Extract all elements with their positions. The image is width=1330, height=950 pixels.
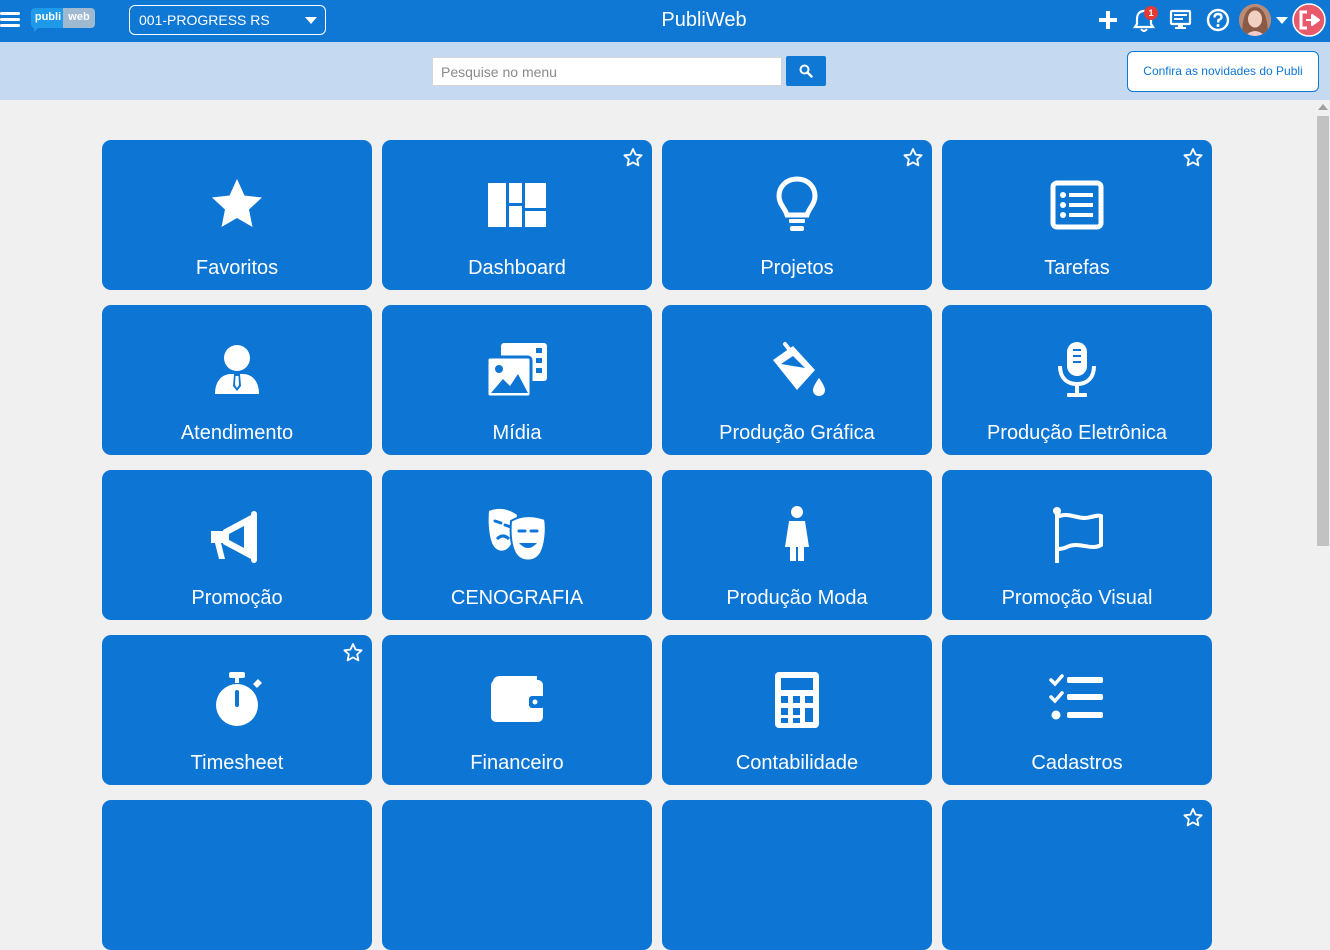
tile-label: Produção Gráfica bbox=[719, 422, 875, 444]
tile-label: Tarefas bbox=[1044, 257, 1110, 279]
tile-label: Promoção bbox=[191, 587, 283, 609]
tile-midia[interactable]: Mídia bbox=[382, 305, 652, 455]
scroll-up-icon[interactable] bbox=[1318, 104, 1328, 110]
tile-atendimento[interactable]: Atendimento bbox=[102, 305, 372, 455]
tile-financeiro[interactable]: Financeiro bbox=[382, 635, 652, 785]
tile-label: Dashboard bbox=[468, 257, 566, 279]
tile-empty-17[interactable] bbox=[382, 800, 652, 950]
tile-label: Atendimento bbox=[180, 422, 294, 444]
theater-masks-icon bbox=[488, 508, 547, 562]
lightbulb-icon bbox=[776, 176, 818, 231]
wallet-icon bbox=[491, 676, 545, 722]
news-button[interactable]: Confira as novidades do Publi bbox=[1127, 51, 1319, 92]
notification-badge: 1 bbox=[1144, 6, 1158, 20]
flag-icon bbox=[1053, 507, 1103, 563]
tile-label: Cadastros bbox=[1031, 752, 1123, 774]
tile-empty-16[interactable] bbox=[102, 800, 372, 950]
chevron-down-icon[interactable] bbox=[1276, 17, 1288, 24]
monitor-icon[interactable] bbox=[1169, 9, 1192, 31]
logout-icon[interactable] bbox=[1292, 3, 1326, 37]
tile-tarefas[interactable]: Tarefas bbox=[942, 140, 1212, 290]
tile-empty-19[interactable] bbox=[942, 800, 1212, 950]
media-icon bbox=[485, 343, 547, 399]
favorite-star-icon[interactable] bbox=[1182, 147, 1204, 169]
tile-label: CENOGRAFIA bbox=[450, 587, 584, 609]
app-title: PubliWeb bbox=[661, 9, 747, 31]
tile-label: Contabilidade bbox=[735, 752, 859, 774]
checklist-icon bbox=[1049, 674, 1103, 720]
search-icon bbox=[799, 64, 813, 78]
scrollbar-thumb[interactable] bbox=[1317, 116, 1329, 546]
tile-producao-grafica[interactable]: Produção Gráfica bbox=[662, 305, 932, 455]
stopwatch-icon bbox=[216, 672, 262, 726]
tile-promocao-visual[interactable]: Promoção Visual bbox=[942, 470, 1212, 620]
tile-producao-moda[interactable]: Produção Moda bbox=[662, 470, 932, 620]
tile-empty-18[interactable] bbox=[662, 800, 932, 950]
search-input[interactable] bbox=[432, 57, 782, 86]
tile-label: Timesheet bbox=[190, 752, 284, 774]
tile-label: Mídia bbox=[492, 422, 542, 444]
favorite-star-icon[interactable] bbox=[1182, 807, 1204, 829]
top-bar: publi web 001-PROGRESS RS PubliWeb 1 bbox=[0, 0, 1330, 42]
plus-icon[interactable] bbox=[1097, 9, 1119, 31]
tile-promocao[interactable]: Promoção bbox=[102, 470, 372, 620]
favorite-star-icon[interactable] bbox=[622, 147, 644, 169]
star-icon bbox=[212, 179, 262, 227]
tile-label: Financeiro bbox=[470, 752, 564, 774]
tile-dashboard[interactable]: Dashboard bbox=[382, 140, 652, 290]
tile-producao-eletronica[interactable]: Produção Eletrônica bbox=[942, 305, 1212, 455]
tile-label: Projetos bbox=[760, 257, 834, 279]
megaphone-icon bbox=[211, 511, 257, 563]
favorite-star-icon[interactable] bbox=[342, 642, 364, 664]
list-icon bbox=[1050, 180, 1104, 230]
tile-label: Favoritos bbox=[195, 257, 279, 279]
avatar[interactable] bbox=[1238, 3, 1272, 37]
tile-cenografia[interactable]: CENOGRAFIA bbox=[382, 470, 652, 620]
microphone-icon bbox=[1058, 342, 1096, 397]
tile-contabilidade[interactable]: Contabilidade bbox=[662, 635, 932, 785]
tile-label: Produção Eletrônica bbox=[986, 422, 1168, 444]
search-button[interactable] bbox=[786, 56, 826, 86]
tile-label: Produção Moda bbox=[726, 587, 868, 609]
help-icon[interactable] bbox=[1206, 8, 1230, 32]
tile-label: Promoção Visual bbox=[1001, 587, 1153, 609]
tile-cadastros[interactable]: Cadastros bbox=[942, 635, 1212, 785]
dashboard-icon bbox=[488, 183, 546, 227]
tile-favoritos[interactable]: Favoritos bbox=[102, 140, 372, 290]
female-icon bbox=[785, 506, 809, 561]
tile-timesheet[interactable]: Timesheet bbox=[102, 635, 372, 785]
paint-bucket-icon bbox=[773, 342, 825, 396]
calculator-icon bbox=[775, 672, 819, 728]
tile-projetos[interactable]: Projetos bbox=[662, 140, 932, 290]
favorite-star-icon[interactable] bbox=[902, 147, 924, 169]
user-tie-icon bbox=[215, 345, 259, 394]
